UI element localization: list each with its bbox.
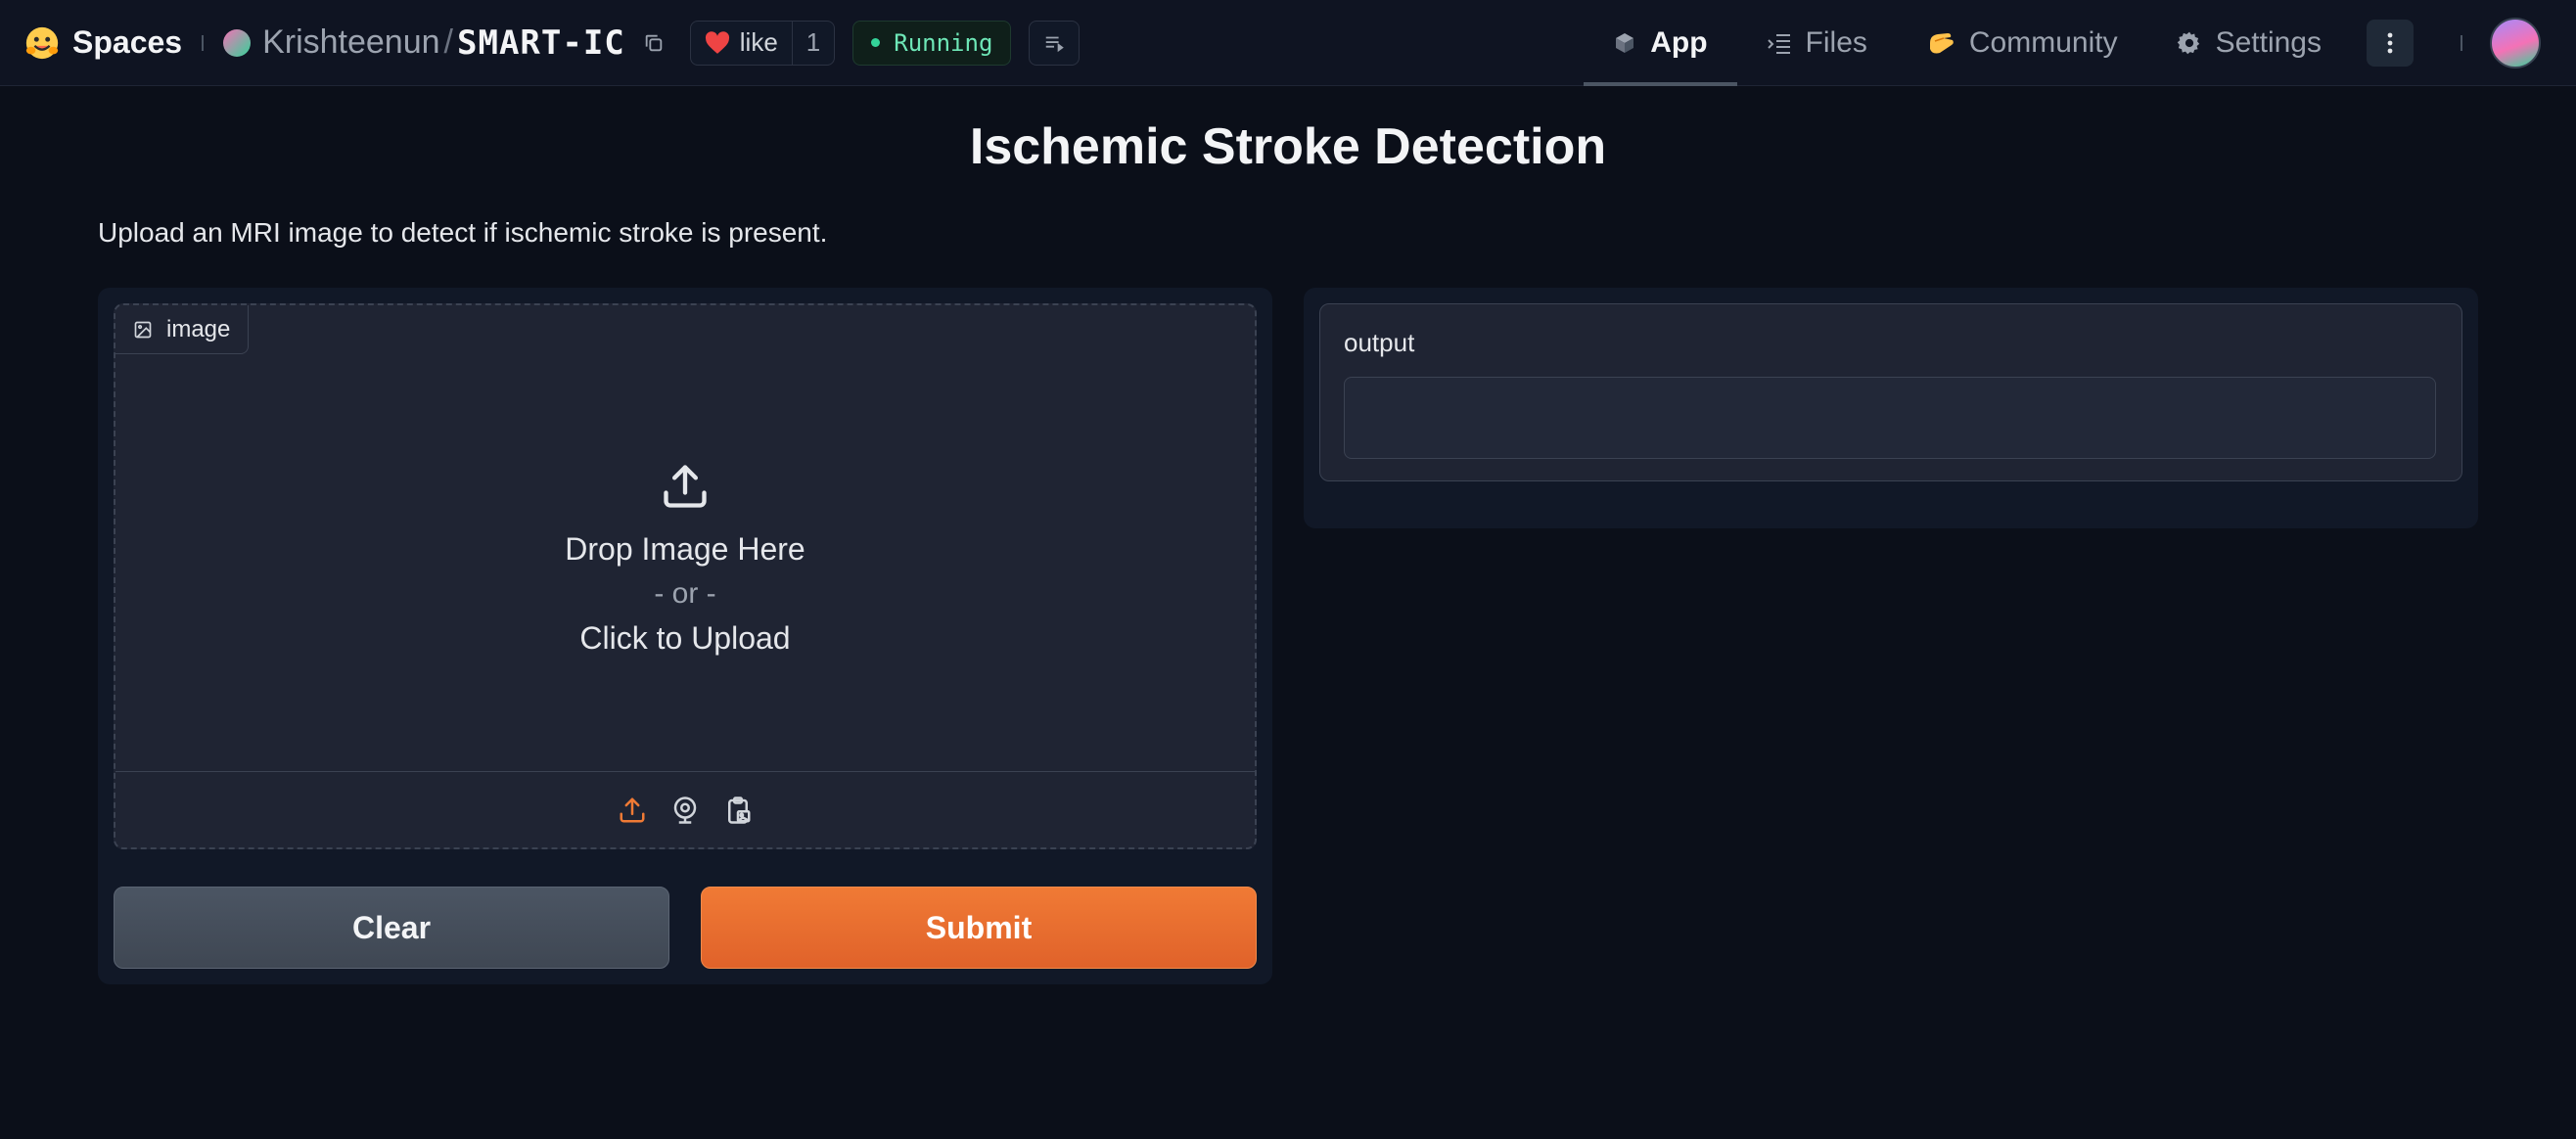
more-vertical-icon	[2387, 32, 2393, 54]
page-title: Ischemic Stroke Detection	[969, 118, 1607, 175]
tab-files[interactable]: Files	[1737, 0, 1897, 86]
input-panel: Drop Image Here - or - Click to Upload i…	[98, 288, 1272, 984]
community-icon	[1929, 33, 1954, 54]
tab-settings[interactable]: Settings	[2147, 0, 2351, 86]
image-drop-area[interactable]: Drop Image Here - or - Click to Upload	[115, 305, 1255, 773]
tab-app-label: App	[1650, 26, 1708, 59]
like-group: like 1	[689, 20, 836, 66]
like-button[interactable]: like	[691, 22, 792, 65]
owner-avatar[interactable]	[223, 28, 252, 57]
heart-icon	[705, 30, 729, 54]
source-clipboard-button[interactable]	[716, 789, 759, 832]
logs-button[interactable]	[1029, 20, 1081, 66]
divider	[202, 34, 205, 51]
webcam-icon	[673, 796, 697, 824]
page-description: Upload an MRI image to detect if ischemi…	[98, 217, 828, 248]
source-webcam-button[interactable]	[664, 789, 707, 832]
owner-link[interactable]: Krishteenun	[262, 23, 439, 62]
space-nav: App Files Community Settings	[1584, 0, 2576, 86]
output-panel: output	[1304, 288, 2478, 528]
image-icon	[134, 321, 152, 338]
submit-button[interactable]: Submit	[701, 887, 1257, 969]
like-label: like	[739, 27, 778, 57]
clear-button[interactable]: Clear	[114, 887, 669, 969]
tab-community[interactable]: Community	[1897, 0, 2147, 86]
gear-icon	[2177, 31, 2199, 55]
output-textbox[interactable]	[1344, 377, 2436, 459]
like-count[interactable]: 1	[791, 21, 834, 65]
tab-app[interactable]: App	[1584, 0, 1737, 86]
more-options-button[interactable]	[2367, 20, 2414, 67]
drop-image-text: Drop Image Here	[565, 531, 805, 567]
divider	[2461, 35, 2462, 51]
copy-icon	[645, 34, 663, 51]
copy-repo-button[interactable]	[639, 28, 668, 58]
upload-icon	[664, 465, 707, 508]
cube-icon	[1616, 33, 1634, 53]
or-text: - or -	[654, 577, 716, 610]
click-to-upload-text: Click to Upload	[579, 620, 791, 656]
image-upload-box[interactable]: Drop Image Here - or - Click to Upload i…	[114, 303, 1257, 849]
output-box: output	[1319, 303, 2462, 481]
status-badge[interactable]: Running	[852, 20, 1012, 66]
logs-icon	[1046, 36, 1065, 52]
top-navbar: Spaces Krishteenun / SMART-IC like 1 Run…	[0, 0, 2576, 86]
image-label-text: image	[166, 315, 231, 342]
upload-icon	[620, 797, 645, 822]
repo-name-link[interactable]: SMART-IC	[457, 23, 625, 63]
files-icon	[1767, 34, 1790, 54]
tab-files-label: Files	[1805, 26, 1867, 59]
spaces-label[interactable]: Spaces	[72, 24, 182, 61]
hugging-face-logo-icon	[25, 26, 59, 59]
output-label: output	[1344, 328, 1415, 357]
tab-community-label: Community	[1968, 26, 2118, 59]
image-source-bar	[115, 771, 1255, 847]
tab-settings-label: Settings	[2215, 26, 2322, 59]
user-avatar[interactable]	[2490, 18, 2541, 68]
status-dot	[871, 38, 881, 47]
source-upload-button[interactable]	[611, 789, 654, 832]
image-input-label: image	[115, 305, 250, 354]
path-separator: /	[443, 23, 453, 61]
brand[interactable]: Spaces	[23, 24, 182, 62]
clipboard-icon	[728, 796, 751, 824]
status-text: Running	[894, 28, 993, 57]
